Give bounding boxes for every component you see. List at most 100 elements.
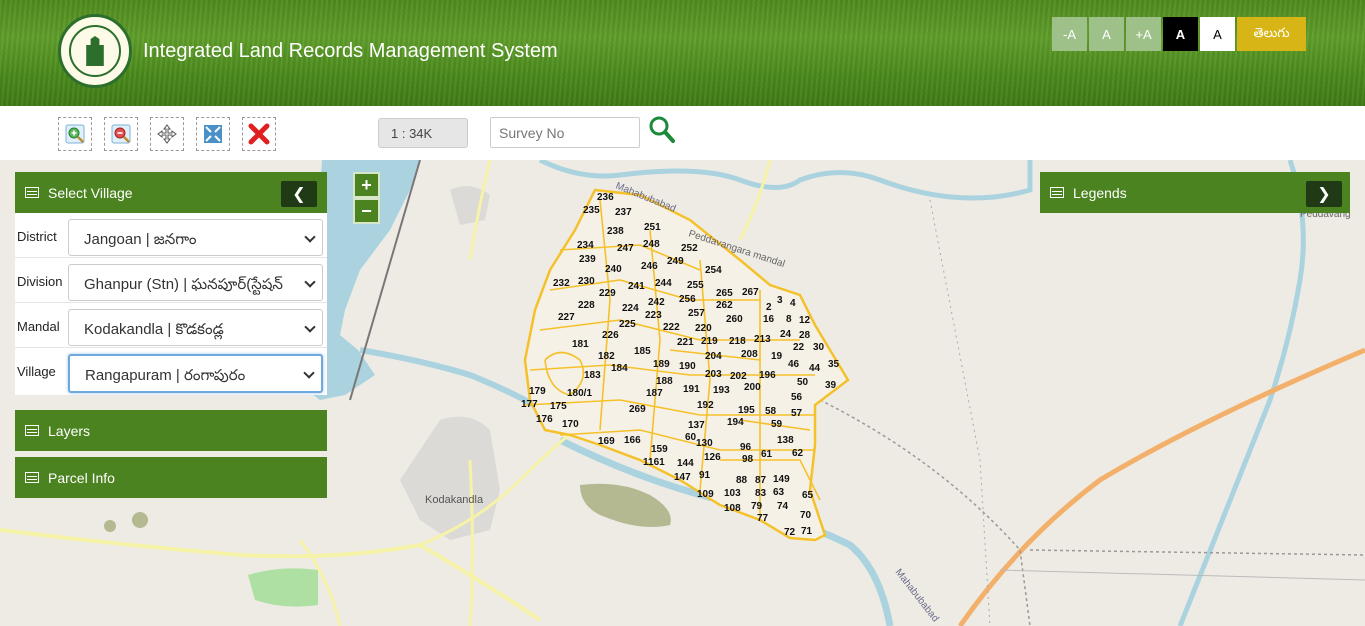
parcel-label[interactable]: 166 (624, 435, 641, 446)
parcel-label[interactable]: 3 (777, 295, 783, 306)
parcel-label[interactable]: 62 (792, 448, 804, 459)
collapse-panel-button[interactable]: ❮ (281, 181, 317, 207)
parcel-label[interactable]: 170 (562, 419, 579, 430)
parcel-label[interactable]: 193 (713, 385, 730, 396)
parcel-label[interactable]: 204 (705, 351, 722, 362)
parcel-label[interactable]: 77 (757, 513, 769, 524)
parcel-label[interactable]: 228 (578, 300, 595, 311)
parcel-label[interactable]: 147 (674, 472, 691, 483)
parcel-label[interactable]: 46 (788, 359, 800, 370)
parcel-label[interactable]: 74 (777, 501, 789, 512)
parcel-label[interactable]: 87 (755, 475, 767, 486)
parcel-label[interactable]: 159 (651, 444, 668, 455)
parcel-label[interactable]: 61 (761, 449, 773, 460)
parcel-label[interactable]: 213 (754, 334, 771, 345)
search-button[interactable] (647, 114, 677, 146)
parcel-label[interactable]: 96 (740, 442, 752, 453)
parcel-label[interactable]: 179 (529, 386, 546, 397)
normal-contrast-button[interactable]: A (1200, 17, 1235, 51)
parcel-label[interactable]: 194 (727, 417, 744, 428)
parcel-label[interactable]: 70 (800, 510, 812, 521)
parcel-label[interactable]: 222 (663, 322, 680, 333)
parcel-label[interactable]: 230 (578, 276, 595, 287)
legends-panel-header[interactable]: Legends (1040, 172, 1350, 213)
parcel-label[interactable]: 65 (802, 490, 814, 501)
parcel-label[interactable]: 103 (724, 488, 741, 499)
village-select[interactable]: Rangapuram | రంగాపురం (68, 354, 323, 393)
parcel-label[interactable]: 244 (655, 278, 672, 289)
parcel-label[interactable]: 235 (583, 205, 600, 216)
parcel-label[interactable]: 185 (634, 346, 651, 357)
parcel-label[interactable]: 169 (598, 436, 615, 447)
parcel-label[interactable]: 144 (677, 458, 694, 469)
parcel-label[interactable]: 251 (644, 222, 661, 233)
parcel-label[interactable]: 109 (697, 489, 714, 500)
parcel-label[interactable]: 196 (759, 370, 776, 381)
parcel-label[interactable]: 195 (738, 405, 755, 416)
parcel-label[interactable]: 242 (648, 297, 665, 308)
parcel-label[interactable]: 224 (622, 303, 639, 314)
full-extent-tool-button[interactable] (196, 117, 230, 151)
parcel-label[interactable]: 254 (705, 265, 722, 276)
parcel-label[interactable]: 30 (813, 342, 825, 353)
parcel-label[interactable]: 16 (763, 314, 775, 325)
parcel-label[interactable]: 35 (828, 359, 840, 370)
parcel-label[interactable]: 208 (741, 349, 758, 360)
parcel-label[interactable]: 191 (683, 384, 700, 395)
parcel-label[interactable]: 1161 (643, 457, 665, 468)
parcel-label[interactable]: 221 (677, 337, 694, 348)
parcel-label[interactable]: 180/1 (567, 388, 592, 399)
parcel-label[interactable]: 262 (716, 300, 733, 311)
parcel-label[interactable]: 220 (695, 323, 712, 334)
parcel-label[interactable]: 71 (801, 526, 813, 537)
parcel-label[interactable]: 50 (797, 377, 809, 388)
font-decrease-button[interactable]: -A (1052, 17, 1087, 51)
parcel-label[interactable]: 2 (766, 302, 772, 313)
parcel-label[interactable]: 247 (617, 243, 634, 254)
division-select[interactable]: Ghanpur (Stn) | ఘనపూర్(స్టేషన్ (68, 264, 323, 301)
parcel-label[interactable]: 200 (744, 382, 761, 393)
parcel-label[interactable]: 241 (628, 281, 645, 292)
parcel-label[interactable]: 265 (716, 288, 733, 299)
parcel-label[interactable]: 183 (584, 370, 601, 381)
parcel-label[interactable]: 237 (615, 207, 632, 218)
parcel-label[interactable]: 257 (688, 308, 705, 319)
parcel-label[interactable]: 203 (705, 369, 722, 380)
zoom-in-tool-button[interactable] (58, 117, 92, 151)
parcel-label[interactable]: 260 (726, 314, 743, 325)
parcel-label[interactable]: 240 (605, 264, 622, 275)
parcel-label[interactable]: 246 (641, 261, 658, 272)
telugu-language-button[interactable]: తెలుగు (1237, 17, 1306, 51)
parcel-label[interactable]: 229 (599, 288, 616, 299)
parcel-label[interactable]: 83 (755, 488, 767, 499)
parcel-label[interactable]: 252 (681, 243, 698, 254)
parcel-info-panel-header[interactable]: Parcel Info (15, 457, 327, 498)
parcel-label[interactable]: 79 (751, 501, 763, 512)
font-normal-button[interactable]: A (1089, 17, 1124, 51)
parcel-label[interactable]: 57 (791, 408, 803, 419)
parcel-label[interactable]: 60 (685, 432, 697, 443)
expand-legends-button[interactable]: ❯ (1306, 181, 1342, 207)
parcel-label[interactable]: 192 (697, 400, 714, 411)
parcel-label[interactable]: 202 (730, 371, 747, 382)
parcel-label[interactable]: 188 (656, 376, 673, 387)
high-contrast-button[interactable]: A (1163, 17, 1198, 51)
parcel-label[interactable]: 248 (643, 239, 660, 250)
parcel-label[interactable]: 225 (619, 319, 636, 330)
parcel-label[interactable]: 176 (536, 414, 553, 425)
parcel-label[interactable]: 175 (550, 401, 567, 412)
parcel-label[interactable]: 184 (611, 363, 628, 374)
parcel-label[interactable]: 236 (597, 192, 614, 203)
parcel-label[interactable]: 226 (602, 330, 619, 341)
parcel-label[interactable]: 19 (771, 351, 783, 362)
mandal-select[interactable]: Kodakandla | కొడకండ్ల (68, 309, 323, 346)
parcel-label[interactable]: 238 (607, 226, 624, 237)
parcel-label[interactable]: 72 (784, 527, 796, 538)
parcel-label[interactable]: 88 (736, 475, 748, 486)
parcel-label[interactable]: 24 (780, 329, 792, 340)
parcel-label[interactable]: 39 (825, 380, 837, 391)
parcel-label[interactable]: 63 (773, 487, 785, 498)
district-select[interactable]: Jangoan | జనగాం (68, 219, 323, 256)
parcel-label[interactable]: 58 (765, 406, 777, 417)
parcel-label[interactable]: 98 (742, 454, 754, 465)
